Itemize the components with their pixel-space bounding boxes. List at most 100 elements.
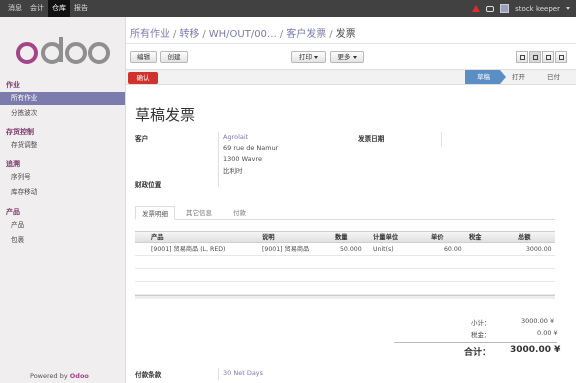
sidebar: 作业 所有作业 分拣波次 存货控制 存货调整 追溯 序列号 库存移动 产品 产品… bbox=[0, 17, 126, 383]
view-glyph bbox=[546, 55, 551, 60]
invoice-date-label: 发票日期 bbox=[358, 135, 385, 143]
stage-pipeline: 草稿 打开 已付 bbox=[465, 70, 570, 84]
cell-description: [9001] 贸易商品 bbox=[262, 246, 310, 253]
invoice-lines-table: 产品 说明 数量 计量单位 单价 税金 总额 [9001] 贸易商品 (L, R… bbox=[135, 231, 555, 299]
cell-quantity: 50.000 bbox=[340, 246, 362, 253]
top-menu-accounting[interactable]: 会计 bbox=[26, 0, 48, 17]
column-header-product[interactable]: 产品 bbox=[151, 232, 164, 243]
view-glyph bbox=[520, 55, 525, 60]
grand-total-label: 合计： bbox=[464, 348, 492, 358]
sidebar-item-all-operations[interactable]: 所有作业 bbox=[0, 92, 125, 105]
table-row-empty[interactable] bbox=[135, 256, 555, 269]
grand-total-value: 3000.00 ¥ bbox=[510, 345, 561, 355]
breadcrumb-all-operations[interactable]: 所有作业 bbox=[130, 29, 170, 40]
breadcrumb: 所有作业 / 转移 / WH/OUT/00… / 客户发票 / 发票 bbox=[130, 29, 356, 40]
form-view-icon[interactable] bbox=[529, 51, 541, 63]
sidebar-item-picking-waves[interactable]: 分拣波次 bbox=[0, 107, 125, 120]
chevron-down-icon bbox=[352, 55, 357, 59]
subtotal-label: 小计： bbox=[471, 319, 491, 327]
fiscal-position-label: 财政位置 bbox=[135, 181, 162, 189]
edit-button[interactable]: 编辑 bbox=[130, 51, 157, 63]
tab-payments[interactable]: 付款 bbox=[227, 206, 252, 220]
payment-terms-label: 付款条款 bbox=[135, 371, 162, 379]
breadcrumb-customer-invoices[interactable]: 客户发票 bbox=[286, 29, 326, 40]
chevron-down-icon[interactable] bbox=[566, 7, 570, 10]
sidebar-item-serial-numbers[interactable]: 序列号 bbox=[0, 171, 125, 184]
column-header-unit-price[interactable]: 单价 bbox=[431, 232, 444, 243]
notebook-tabs: 发票明细 其它信息 付款 bbox=[135, 206, 555, 220]
column-header-tax[interactable]: 税金 bbox=[469, 232, 482, 243]
top-navbar: 消息 会计 仓库 报告 stock keeper bbox=[0, 0, 576, 17]
confirm-button[interactable]: 确认 bbox=[128, 72, 158, 84]
stage-draft[interactable]: 草稿 bbox=[465, 70, 506, 84]
table-row-empty[interactable] bbox=[135, 282, 555, 295]
sidebar-section-traceability: 追溯 bbox=[6, 160, 20, 168]
totals-divider bbox=[394, 342, 557, 343]
sidebar-section-inventory-control: 存货控制 bbox=[6, 128, 34, 136]
sidebar-section-products: 产品 bbox=[6, 208, 20, 216]
print-dropdown-label: 打印 bbox=[299, 53, 312, 61]
table-row[interactable]: [9001] 贸易商品 (L, RED) [9001] 贸易商品 50.000 … bbox=[135, 243, 555, 256]
top-menu-messaging[interactable]: 消息 bbox=[4, 0, 26, 17]
tab-other-info[interactable]: 其它信息 bbox=[180, 206, 218, 220]
print-dropdown[interactable]: 打印 bbox=[291, 51, 326, 63]
cell-total: 3000.00 bbox=[526, 246, 552, 253]
field-divider bbox=[441, 132, 442, 146]
powered-by-brand: Odoo bbox=[69, 372, 89, 380]
create-button[interactable]: 创建 bbox=[160, 51, 188, 63]
customer-label: 客户 bbox=[135, 135, 149, 143]
sidebar-item-inventory-adjustments[interactable]: 存货调整 bbox=[0, 139, 125, 152]
page-title: 草稿发票 bbox=[135, 106, 196, 124]
sidebar-item-packages[interactable]: 包裹 bbox=[0, 234, 125, 247]
sidebar-section-operations: 作业 bbox=[6, 81, 20, 89]
status-bar: 确认 草稿 打开 已付 bbox=[126, 69, 576, 85]
form-sheet: 草稿发票 客户 Agrolait 69 rue de Namur 1300 Wa… bbox=[126, 86, 573, 383]
breadcrumb-picking[interactable]: WH/OUT/00… bbox=[209, 29, 277, 40]
column-header-quantity[interactable]: 数量 bbox=[335, 232, 348, 243]
more-dropdown[interactable]: 更多 bbox=[330, 51, 364, 63]
control-panel-divider bbox=[126, 43, 576, 44]
list-view-icon[interactable] bbox=[516, 51, 528, 63]
warning-icon[interactable] bbox=[472, 5, 481, 12]
column-header-total[interactable]: 总额 bbox=[518, 232, 531, 243]
column-header-description[interactable]: 说明 bbox=[262, 232, 275, 243]
powered-by-text: Powered by bbox=[30, 372, 68, 380]
sidebar-item-products[interactable]: 产品 bbox=[0, 219, 125, 232]
top-menu-reporting[interactable]: 报告 bbox=[70, 0, 92, 17]
chat-icon[interactable] bbox=[486, 5, 495, 12]
user-avatar[interactable] bbox=[500, 4, 510, 13]
sidebar-item-stock-moves[interactable]: 库存移动 bbox=[0, 186, 125, 199]
subtotal-value: 3000.00 ¥ bbox=[521, 317, 555, 325]
tax-total-label: 税金： bbox=[471, 331, 491, 339]
topbar-right: stock keeper bbox=[472, 0, 570, 17]
field-divider bbox=[218, 132, 219, 187]
customer-address-line3: 比利时 bbox=[223, 167, 243, 175]
kanban-view-icon[interactable] bbox=[542, 51, 554, 63]
tab-invoice-lines[interactable]: 发票明细 bbox=[135, 206, 175, 220]
table-row-empty[interactable] bbox=[135, 269, 555, 282]
view-glyph bbox=[559, 55, 564, 60]
graph-view-icon[interactable] bbox=[555, 51, 567, 63]
table-footer bbox=[135, 295, 555, 299]
tax-total-value: 0.00 ¥ bbox=[537, 329, 558, 337]
customer-address-line1: 69 rue de Namur bbox=[223, 144, 279, 152]
user-menu-name[interactable]: stock keeper bbox=[515, 5, 560, 13]
odoo-logo[interactable] bbox=[14, 35, 110, 65]
customer-field[interactable]: Agrolait bbox=[223, 133, 248, 141]
invoice-date-field[interactable] bbox=[446, 133, 546, 143]
top-menu-warehouse[interactable]: 仓库 bbox=[48, 0, 70, 17]
cell-product: [9001] 贸易商品 (L, RED) bbox=[151, 246, 226, 253]
stage-open[interactable]: 打开 bbox=[500, 70, 535, 84]
breadcrumb-transfers[interactable]: 转移 bbox=[179, 29, 199, 40]
powered-by[interactable]: Powered by Odoo bbox=[30, 372, 89, 380]
customer-address-line2: 1300 Wavre bbox=[223, 155, 262, 163]
chevron-down-icon bbox=[314, 55, 318, 59]
table-header: 产品 说明 数量 计量单位 单价 税金 总额 bbox=[135, 231, 555, 243]
column-header-uom[interactable]: 计量单位 bbox=[373, 232, 398, 243]
fiscal-position-field[interactable] bbox=[223, 179, 343, 189]
stage-paid[interactable]: 已付 bbox=[535, 70, 570, 84]
more-dropdown-label: 更多 bbox=[337, 53, 351, 61]
payment-terms-field[interactable]: 30 Net Days bbox=[223, 369, 263, 377]
top-menu: 消息 会计 仓库 报告 bbox=[4, 0, 92, 17]
breadcrumb-current: 发票 bbox=[335, 29, 356, 40]
